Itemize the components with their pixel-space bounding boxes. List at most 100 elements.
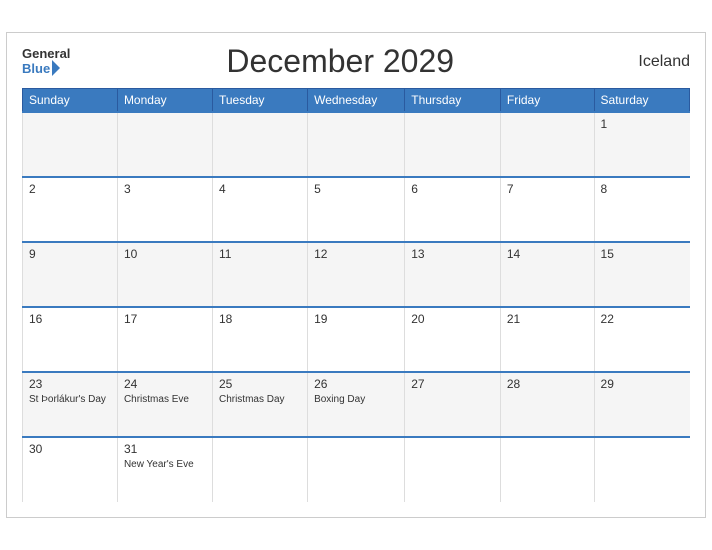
day-number: 24 (124, 377, 206, 391)
day-cell (500, 437, 594, 502)
day-cell: 29 (594, 372, 689, 437)
day-cell: 8 (594, 177, 689, 242)
day-number: 20 (411, 312, 494, 326)
day-number: 15 (601, 247, 684, 261)
day-cell: 3 (117, 177, 212, 242)
day-cell (117, 112, 212, 177)
day-cell: 6 (405, 177, 501, 242)
logo-general-text: General (22, 47, 70, 60)
day-number: 26 (314, 377, 398, 391)
day-cell: 24 Christmas Eve (117, 372, 212, 437)
day-number: 14 (507, 247, 588, 261)
day-number: 28 (507, 377, 588, 391)
day-cell: 26 Boxing Day (308, 372, 405, 437)
day-number: 29 (601, 377, 684, 391)
day-header-tuesday: Tuesday (212, 89, 307, 113)
day-number: 9 (29, 247, 111, 261)
day-number: 2 (29, 182, 111, 196)
week-row-1: 1 (23, 112, 690, 177)
day-number: 11 (219, 247, 301, 261)
day-cell: 15 (594, 242, 689, 307)
day-header-friday: Friday (500, 89, 594, 113)
day-header-monday: Monday (117, 89, 212, 113)
week-row-2: 2345678 (23, 177, 690, 242)
day-number: 13 (411, 247, 494, 261)
day-number: 1 (601, 117, 684, 131)
day-cell: 5 (308, 177, 405, 242)
holiday-label: Christmas Eve (124, 393, 206, 406)
day-number: 16 (29, 312, 111, 326)
calendar-header: General Blue December 2029 Iceland (22, 43, 690, 80)
day-cell: 9 (23, 242, 118, 307)
day-number: 4 (219, 182, 301, 196)
day-cell: 20 (405, 307, 501, 372)
day-cell: 11 (212, 242, 307, 307)
day-number: 7 (507, 182, 588, 196)
day-cell: 4 (212, 177, 307, 242)
logo-blue-text: Blue (22, 61, 50, 76)
day-number: 25 (219, 377, 301, 391)
day-cell (405, 112, 501, 177)
day-cell (405, 437, 501, 502)
day-cell: 17 (117, 307, 212, 372)
day-cell: 30 (23, 437, 118, 502)
day-number: 12 (314, 247, 398, 261)
day-cell: 27 (405, 372, 501, 437)
calendar-container: General Blue December 2029 Iceland Sunda… (6, 32, 706, 518)
week-row-5: 23 St Þorlákur's Day 24 Christmas Eve 25 Chri… (23, 372, 690, 437)
day-number: 31 (124, 442, 206, 456)
day-cell (308, 112, 405, 177)
day-cell: 19 (308, 307, 405, 372)
day-cell: 7 (500, 177, 594, 242)
holiday-label: Christmas Day (219, 393, 301, 406)
day-cell: 16 (23, 307, 118, 372)
day-cell: 28 (500, 372, 594, 437)
day-number: 23 (29, 377, 111, 391)
day-cell (212, 112, 307, 177)
day-cell: 25 Christmas Day (212, 372, 307, 437)
holiday-label: St Þorlákur's Day (29, 393, 111, 406)
day-number: 27 (411, 377, 494, 391)
day-cell: 22 (594, 307, 689, 372)
day-number: 18 (219, 312, 301, 326)
day-cell: 14 (500, 242, 594, 307)
country-label: Iceland (610, 53, 690, 71)
day-cell: 21 (500, 307, 594, 372)
day-number: 8 (601, 182, 684, 196)
calendar-title: December 2029 (70, 43, 610, 80)
day-cell: 1 (594, 112, 689, 177)
day-cell: 13 (405, 242, 501, 307)
week-row-4: 16 17 18 19 20 21 22 (23, 307, 690, 372)
day-number: 6 (411, 182, 494, 196)
day-cell (23, 112, 118, 177)
day-cell (500, 112, 594, 177)
day-number: 30 (29, 442, 111, 456)
holiday-label: New Year's Eve (124, 458, 206, 471)
day-cell: 31 New Year's Eve (117, 437, 212, 502)
logo-blue-row: Blue (22, 60, 60, 76)
day-cell: 2 (23, 177, 118, 242)
day-header-saturday: Saturday (594, 89, 689, 113)
day-cell: 23 St Þorlákur's Day (23, 372, 118, 437)
day-header-sunday: Sunday (23, 89, 118, 113)
day-number: 17 (124, 312, 206, 326)
week-row-6: 30 31 New Year's Eve (23, 437, 690, 502)
day-number: 19 (314, 312, 398, 326)
day-number: 10 (124, 247, 206, 261)
logo-triangle-icon (52, 60, 60, 76)
day-cell (594, 437, 689, 502)
day-number: 3 (124, 182, 206, 196)
day-cell: 18 (212, 307, 307, 372)
day-number: 22 (601, 312, 684, 326)
week-row-3: 9 10 11 12 13 14 15 (23, 242, 690, 307)
day-cell: 10 (117, 242, 212, 307)
holiday-label: Boxing Day (314, 393, 398, 406)
day-header-wednesday: Wednesday (308, 89, 405, 113)
day-header-thursday: Thursday (405, 89, 501, 113)
days-header-row: SundayMondayTuesdayWednesdayThursdayFrid… (23, 89, 690, 113)
day-cell (308, 437, 405, 502)
day-cell: 12 (308, 242, 405, 307)
logo: General Blue (22, 47, 70, 76)
day-number: 21 (507, 312, 588, 326)
day-number: 5 (314, 182, 398, 196)
